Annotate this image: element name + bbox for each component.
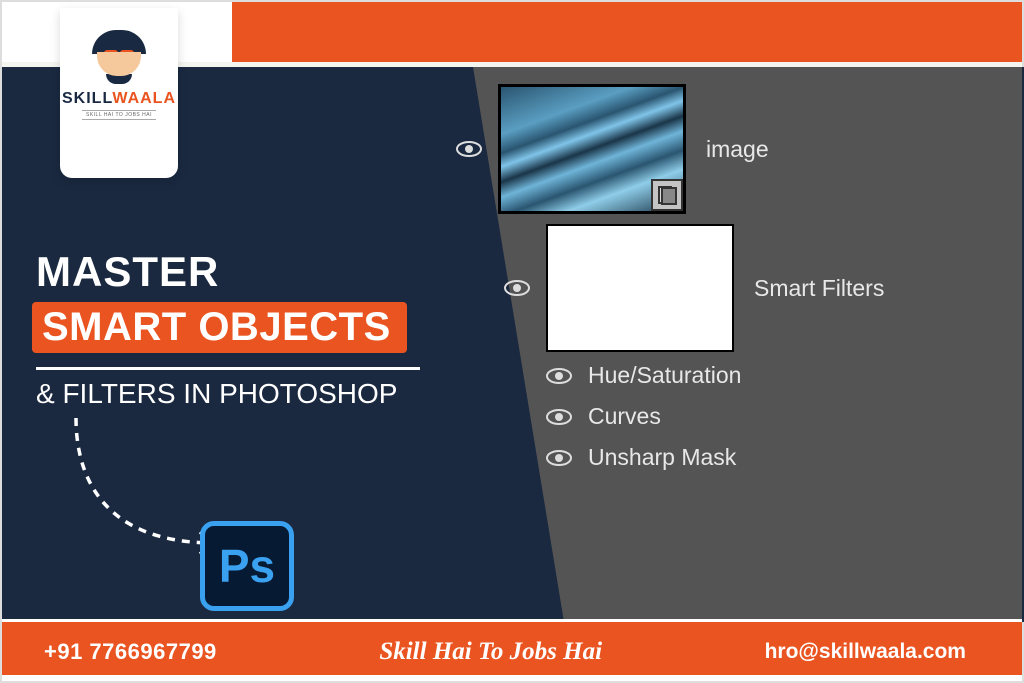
headline-block: MASTER SMART OBJECTS & FILTERS IN PHOTOS… <box>36 248 420 410</box>
layers-panel-mock: image Smart Filters Hue/Saturation Curve… <box>456 84 884 485</box>
filter-mask-thumbnail <box>546 224 734 352</box>
visibility-eye-icon <box>546 367 572 385</box>
visibility-eye-icon <box>546 408 572 426</box>
visibility-eye-icon <box>504 279 530 297</box>
visibility-eye-icon <box>456 140 482 158</box>
filter-label: Hue/Saturation <box>588 362 741 389</box>
footer-bar: +91 7766967799 Skill Hai To Jobs Hai hro… <box>2 619 1022 681</box>
brand-name: SKILLWAALA <box>62 90 176 108</box>
visibility-eye-icon <box>546 449 572 467</box>
brand-mascot-icon <box>92 30 146 82</box>
header-orange-strip <box>232 2 1022 62</box>
filter-item-hue-saturation: Hue/Saturation <box>546 362 884 389</box>
layer-row-smart-filters: Smart Filters <box>504 224 884 352</box>
headline-line1: MASTER <box>36 248 420 296</box>
brand-logo-card: SKILLWAALA SKILL HAI TO JOBS HAI <box>60 8 178 178</box>
filter-item-curves: Curves <box>546 403 884 430</box>
layer-name-image: image <box>706 136 769 163</box>
brand-name-part2: WAALA <box>112 90 176 107</box>
smart-filters-label: Smart Filters <box>754 275 884 302</box>
footer-phone: +91 7766967799 <box>44 639 217 665</box>
layer-thumbnail-image <box>498 84 686 214</box>
filter-label: Unsharp Mask <box>588 444 736 471</box>
filter-label: Curves <box>588 403 661 430</box>
layer-row-image: image <box>456 84 884 214</box>
brand-name-part1: SKILL <box>62 90 112 107</box>
headline-highlight-box: SMART OBJECTS <box>32 302 407 353</box>
footer-bottom-edge <box>2 675 1022 681</box>
filter-item-unsharp-mask: Unsharp Mask <box>546 444 884 471</box>
headline-divider <box>36 367 420 370</box>
headline-line2: SMART OBJECTS <box>42 305 391 349</box>
promo-banner: SKILLWAALA SKILL HAI TO JOBS HAI MASTER … <box>0 0 1024 683</box>
headline-line3: & FILTERS IN PHOTOSHOP <box>36 378 420 410</box>
smart-object-badge-icon <box>651 179 683 211</box>
brand-tagline-small: SKILL HAI TO JOBS HAI <box>82 110 156 120</box>
photoshop-ps-label: Ps <box>219 539 275 593</box>
footer-tagline: Skill Hai To Jobs Hai <box>379 638 602 666</box>
photoshop-app-icon: Ps <box>200 521 294 611</box>
footer-email: hro@skillwaala.com <box>765 640 966 664</box>
